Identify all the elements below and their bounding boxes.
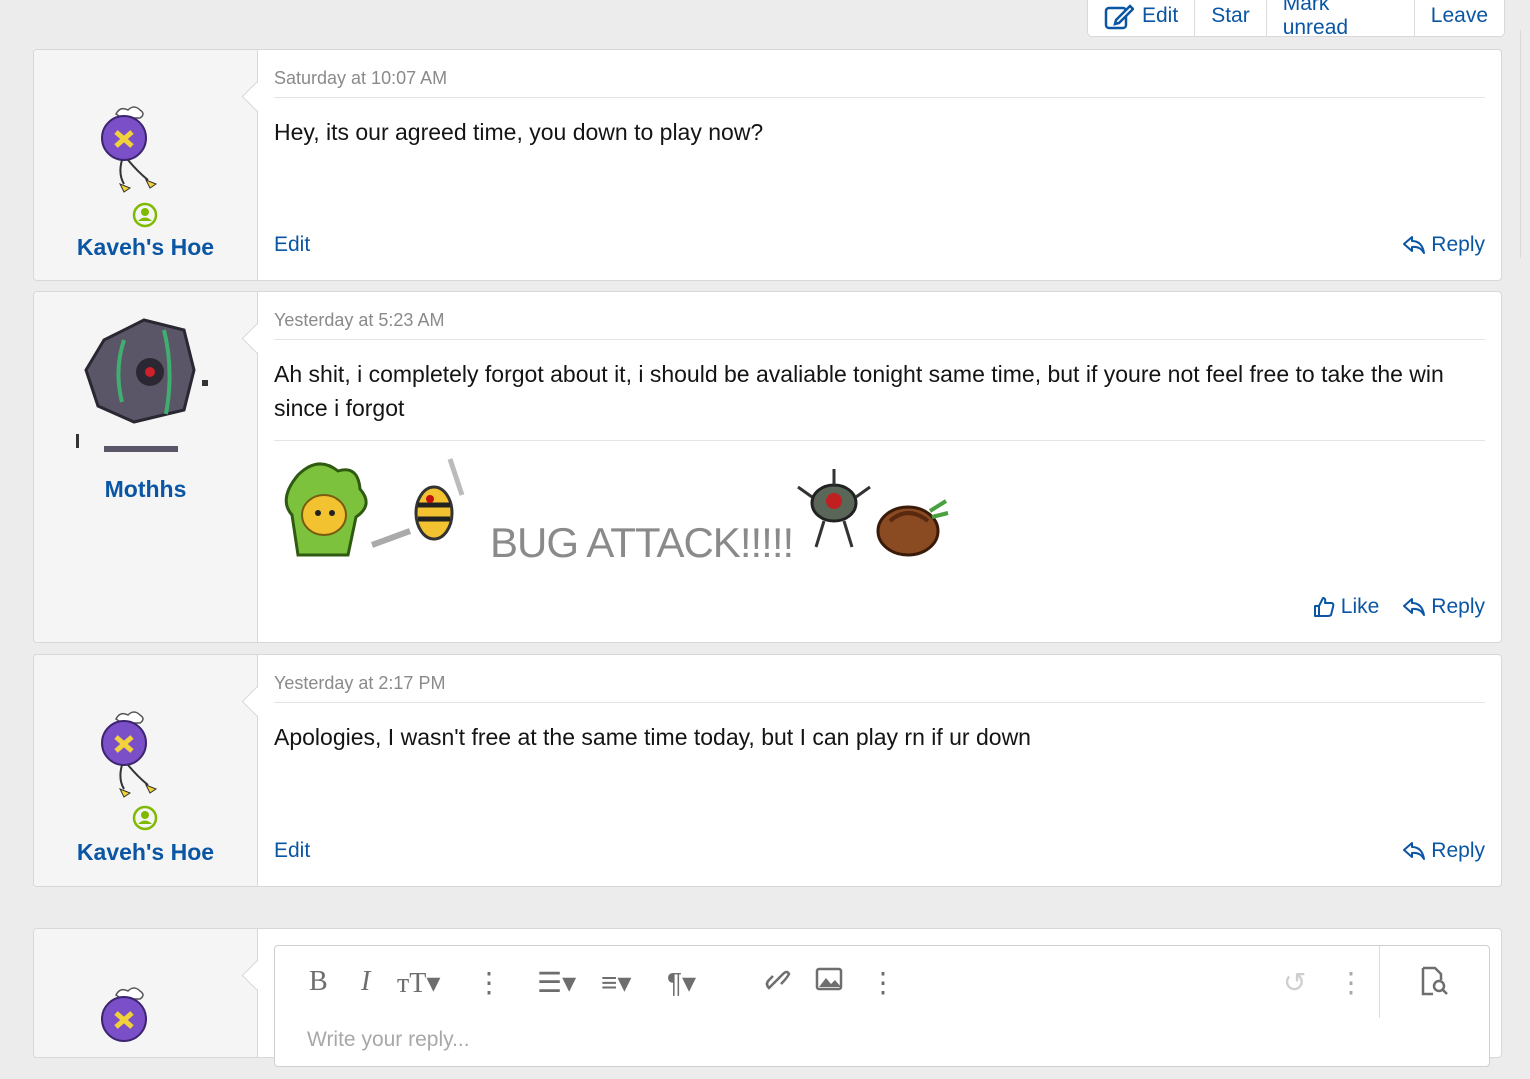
message-timestamp[interactable]: Yesterday at 2:17 PM (274, 673, 1485, 703)
message: Mothhs Yesterday at 5:23 AM Ah shit, i c… (33, 291, 1502, 643)
reply-icon (1403, 842, 1426, 860)
star-label: Star (1211, 4, 1250, 27)
paragraph-icon[interactable]: ¶▾ (667, 966, 696, 999)
avatar-drifloon[interactable] (96, 709, 196, 803)
italic-icon[interactable]: I (361, 966, 370, 998)
composer-user-cell (34, 929, 258, 1057)
message-user-cell: Kaveh's Hoe (34, 50, 258, 280)
username-link[interactable]: Kaveh's Hoe (34, 839, 257, 866)
reply-button[interactable]: Reply (1403, 233, 1485, 257)
reply-button[interactable]: Reply (1403, 839, 1485, 863)
more-toolbar-icon[interactable]: ⋮ (1337, 966, 1365, 999)
message-timestamp[interactable]: Yesterday at 5:23 AM (274, 310, 1485, 340)
edit-message-link[interactable]: Edit (274, 839, 310, 863)
message-content: Saturday at 10:07 AM Hey, its our agreed… (274, 50, 1485, 280)
mark-unread-label: Mark unread (1282, 0, 1349, 39)
username-link[interactable]: Mothhs (34, 476, 257, 503)
message-user-cell: Kaveh's Hoe (34, 655, 258, 886)
list-icon[interactable]: ☰▾ (537, 966, 576, 999)
edit-thread-label: Edit (1142, 4, 1179, 27)
reply-icon (1403, 236, 1426, 254)
more-insert-icon[interactable]: ⋮ (869, 966, 897, 999)
message-content: Yesterday at 5:23 AM Ah shit, i complete… (274, 292, 1485, 642)
online-status-icon (132, 202, 158, 228)
text-size-icon[interactable]: тT▾ (397, 966, 440, 1000)
bold-icon[interactable]: B (309, 966, 328, 998)
online-status-icon (132, 805, 158, 831)
avatar-drifloon (101, 987, 147, 1042)
reply-button[interactable]: Reply (1403, 595, 1485, 619)
reply-composer: B I тT▾ ⋮ ☰▾ ≡▾ ¶▾ ⋮ ↺ ⋮ Write your repl… (33, 928, 1502, 1067)
signature-sprite-beedrill (370, 458, 465, 548)
user-signature: BUG ATTACK!!!!! (274, 440, 1485, 571)
message: Kaveh's Hoe Saturday at 10:07 AM Hey, it… (33, 49, 1502, 281)
message-body: Hey, its our agreed time, you down to pl… (274, 119, 764, 145)
more-options-icon[interactable]: ⋮ (475, 966, 503, 999)
leave-button[interactable]: Leave (1415, 0, 1504, 36)
align-icon[interactable]: ≡▾ (601, 966, 631, 999)
reply-label: Reply (1431, 595, 1485, 618)
message-content: Yesterday at 2:17 PM Apologies, I wasn't… (274, 655, 1485, 886)
undo-icon[interactable]: ↺ (1283, 966, 1306, 999)
reply-input-placeholder[interactable]: Write your reply... (307, 1028, 470, 1052)
toolbar-divider (1379, 946, 1380, 1018)
signature-text: BUG ATTACK!!!!! (490, 519, 794, 566)
like-button[interactable]: Like (1313, 595, 1380, 619)
signature-sprite-kricketot (876, 499, 949, 557)
leave-label: Leave (1430, 4, 1488, 27)
editor-toolbar: B I тT▾ ⋮ ☰▾ ≡▾ ¶▾ ⋮ ↺ ⋮ (275, 946, 1489, 1018)
star-button[interactable]: Star (1195, 0, 1267, 36)
mark-unread-button[interactable]: Mark unread (1267, 0, 1415, 39)
reply-icon (1403, 598, 1426, 616)
reply-label: Reply (1431, 233, 1485, 256)
avatar-drifloon[interactable] (96, 104, 196, 198)
side-panel-edge (1520, 30, 1530, 258)
message: Kaveh's Hoe Yesterday at 2:17 PM Apologi… (33, 654, 1502, 887)
image-icon[interactable] (815, 966, 843, 998)
like-label: Like (1340, 595, 1380, 618)
message-user-cell: Mothhs (34, 292, 258, 642)
signature-sprite-sewaddle (284, 462, 368, 557)
signature-sprite-anorith (797, 469, 871, 548)
thread-action-bar: Edit Star Mark unread Leave (1087, 0, 1505, 39)
edit-message-link[interactable]: Edit (274, 233, 310, 257)
link-icon[interactable] (763, 966, 791, 1001)
username-link[interactable]: Kaveh's Hoe (34, 234, 257, 261)
avatar-mothhs[interactable] (74, 310, 224, 460)
thumbs-up-icon (1313, 597, 1335, 617)
rich-text-editor[interactable]: B I тT▾ ⋮ ☰▾ ≡▾ ¶▾ ⋮ ↺ ⋮ Write your repl… (274, 945, 1490, 1067)
edit-icon (1104, 2, 1134, 30)
message-body: Ah shit, i completely forgot about it, i… (274, 361, 1444, 421)
reply-label: Reply (1431, 839, 1485, 862)
message-timestamp[interactable]: Saturday at 10:07 AM (274, 68, 1485, 98)
edit-thread-button[interactable]: Edit (1088, 0, 1196, 36)
message-body: Apologies, I wasn't free at the same tim… (274, 724, 1031, 750)
preview-icon[interactable] (1419, 966, 1449, 1003)
